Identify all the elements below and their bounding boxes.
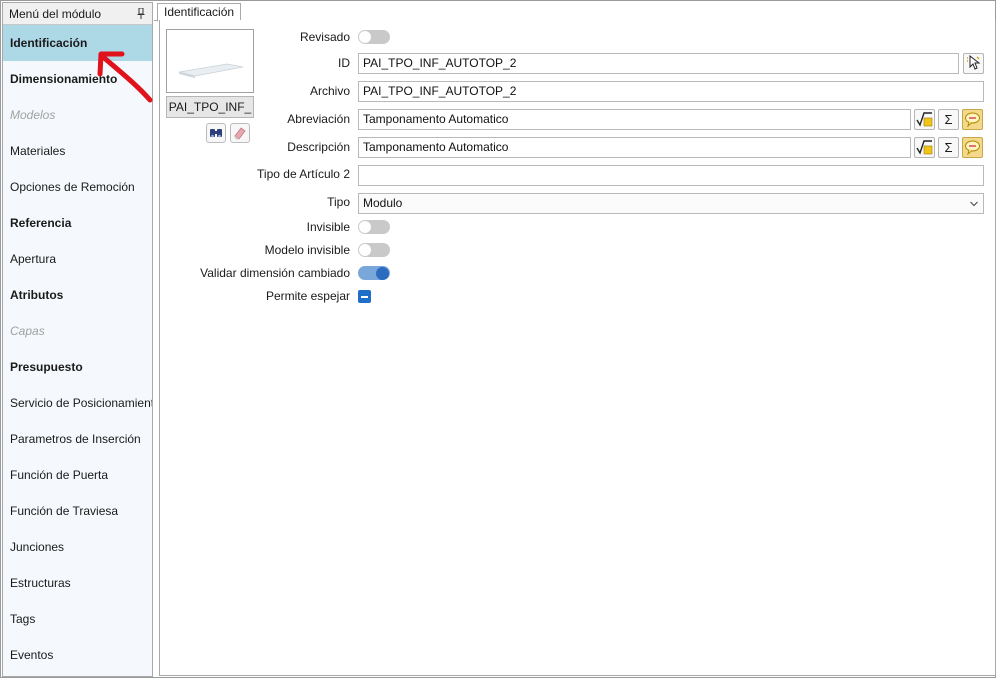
panel-preview-icon (178, 63, 244, 78)
chevron-down-icon (970, 201, 978, 207)
permite-espejar-checkbox[interactable] (358, 290, 371, 303)
pick-cursor-icon (967, 54, 981, 70)
sidebar-item-capas: Capas (10, 324, 45, 338)
sidebar-list: Identificación Dimensionamiento Modelos … (3, 25, 152, 673)
formula-icon (916, 112, 933, 127)
abreviacion-formula-button[interactable] (914, 109, 935, 130)
tipo-select[interactable]: Modulo (358, 193, 984, 214)
descripcion-translate-button[interactable] (962, 137, 983, 158)
sigma-icon: Σ (944, 112, 953, 127)
id-field[interactable]: PAI_TPO_INF_AUTOTOP_2 (358, 53, 959, 74)
revisado-label: Revisado (299, 30, 350, 44)
model-thumbnail[interactable] (166, 29, 254, 93)
archivo-field[interactable]: PAI_TPO_INF_AUTOTOP_2 (358, 81, 984, 102)
sidebar-item-estructuras[interactable]: Estructuras (3, 565, 152, 601)
translate-bubble-icon (965, 112, 980, 128)
abreviacion-translate-button[interactable] (962, 109, 983, 130)
sidebar-item-opciones-remocion[interactable]: Opciones de Remoción (3, 169, 152, 205)
descripcion-field[interactable]: Tamponamento Automatico (358, 137, 911, 158)
abreviacion-field[interactable]: Tamponamento Automatico (358, 109, 911, 130)
module-menu-sidebar: Menú del módulo Identificación Dimension… (2, 2, 153, 677)
sidebar-item-dimensionamiento[interactable]: Dimensionamiento (3, 61, 152, 97)
sidebar-item-servicio-posicionamiento[interactable]: Servicio de Posicionamiento (3, 385, 152, 421)
sidebar-item-eventos[interactable]: Eventos (3, 637, 152, 673)
sigma-icon: Σ (944, 140, 953, 155)
tipo-label: Tipo (327, 195, 350, 209)
sidebar-title: Menú del módulo (9, 7, 102, 21)
formula-icon (916, 140, 933, 155)
sidebar-item-materiales[interactable]: Materiales (3, 133, 152, 169)
identification-panel: PAI_TPO_INF_ Revisado ID PAI_TPO_INF_AUT… (159, 20, 996, 676)
abreviacion-sigma-button[interactable]: Σ (938, 109, 959, 130)
thumbnail-name: PAI_TPO_INF_ (166, 96, 254, 118)
descripcion-sigma-button[interactable]: Σ (938, 137, 959, 158)
descripcion-formula-button[interactable] (914, 137, 935, 158)
tipo-selected-value: Modulo (363, 196, 403, 210)
sidebar-item-modelos: Modelos (10, 108, 56, 122)
descripcion-label: Descripción (287, 140, 350, 154)
modelo-invisible-toggle[interactable] (358, 243, 390, 257)
validar-label: Validar dimensión cambiado (200, 266, 350, 280)
tipo-articulo-label: Tipo de Artículo 2 (257, 167, 350, 181)
modelo-invisible-label: Modelo invisible (264, 243, 350, 257)
sidebar-item-apertura[interactable]: Apertura (3, 241, 152, 277)
invisible-label: Invisible (306, 220, 350, 234)
revisado-toggle[interactable] (358, 30, 390, 44)
id-label: ID (338, 56, 350, 70)
eraser-icon (234, 127, 246, 140)
abreviacion-label: Abreviación (287, 112, 350, 126)
tab-strip: Identificación (154, 2, 994, 22)
pick-button[interactable] (963, 53, 984, 74)
translate-bubble-icon (965, 140, 980, 156)
sidebar-item-funcion-puerta[interactable]: Función de Puerta (3, 457, 152, 493)
clear-model-button[interactable] (230, 123, 250, 143)
binoculars-icon (210, 129, 222, 138)
find-model-button[interactable] (206, 123, 226, 143)
sidebar-header: Menú del módulo (3, 3, 152, 25)
pin-icon[interactable] (137, 8, 145, 19)
sidebar-item-atributos[interactable]: Atributos (3, 277, 152, 313)
sidebar-item-funcion-traviesa[interactable]: Función de Traviesa (3, 493, 152, 529)
sidebar-item-tags[interactable]: Tags (3, 601, 152, 637)
tipo-articulo-field[interactable] (358, 165, 984, 186)
sidebar-item-referencia[interactable]: Referencia (3, 205, 152, 241)
sidebar-item-presupuesto[interactable]: Presupuesto (3, 349, 152, 385)
sidebar-item-identificacion[interactable]: Identificación (3, 25, 152, 61)
validar-toggle[interactable] (358, 266, 390, 280)
sidebar-item-junciones[interactable]: Junciones (3, 529, 152, 565)
sidebar-item-parametros-insercion[interactable]: Parametros de Inserción (3, 421, 152, 457)
invisible-toggle[interactable] (358, 220, 390, 234)
permite-espejar-label: Permite espejar (265, 289, 350, 303)
archivo-label: Archivo (309, 84, 350, 98)
